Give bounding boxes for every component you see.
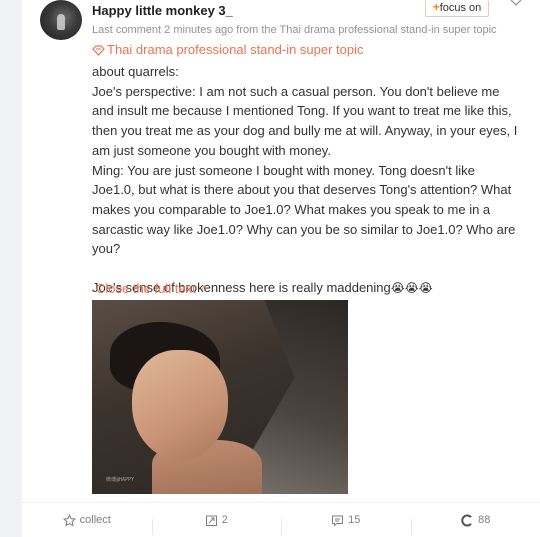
collect-label: collect (79, 514, 111, 526)
chevron-up-icon: ^ (201, 284, 207, 296)
post-card: Happy little monkey 3_ +focus on Last co… (22, 0, 540, 537)
comment-count: 15 (348, 514, 361, 526)
image-watermark: 微博@HAPPY (106, 477, 135, 483)
username-link[interactable]: Happy little monkey 3_ (92, 3, 233, 18)
post-content: about quarrels: Joe's perspective: I am … (92, 62, 520, 299)
post-meta: Last comment 2 minutes ago from the Thai… (92, 24, 497, 36)
repost-count: 2 (221, 514, 228, 526)
super-topic-icon (92, 45, 105, 56)
repost-button[interactable]: 2 (151, 514, 282, 535)
action-bar: collect 2 15 88 (22, 503, 540, 537)
like-button[interactable]: 88 (410, 514, 540, 535)
chevron-down-icon[interactable] (510, 0, 522, 8)
comment-button[interactable]: 15 (281, 514, 411, 535)
crying-emoji-icon: 😭😭😭 (390, 281, 433, 296)
close-full-text-link[interactable]: Close the full text ^ (96, 281, 207, 296)
close-full-text-label: Close the full text (96, 281, 196, 296)
comment-icon (332, 515, 344, 527)
post-image[interactable]: 微博@HAPPY (92, 300, 348, 494)
like-icon (461, 514, 472, 526)
plus-icon: + (432, 0, 440, 14)
repost-icon (205, 515, 217, 526)
content-paragraph: Joe's perspective: I am not such a casua… (92, 83, 518, 158)
content-paragraph: about quarrels: (92, 64, 179, 79)
user-avatar[interactable] (40, 0, 82, 40)
focus-on-button[interactable]: +focus on (425, 0, 489, 17)
collect-button[interactable]: collect (22, 513, 152, 527)
content-paragraph: Ming: You are just someone I bought with… (92, 162, 516, 257)
super-topic-label: Thai drama professional stand-in super t… (107, 42, 364, 57)
star-icon (62, 513, 76, 527)
like-count: 88 (478, 514, 491, 526)
super-topic-link[interactable]: Thai drama professional stand-in super t… (92, 42, 364, 57)
focus-on-label: focus on (439, 2, 482, 14)
